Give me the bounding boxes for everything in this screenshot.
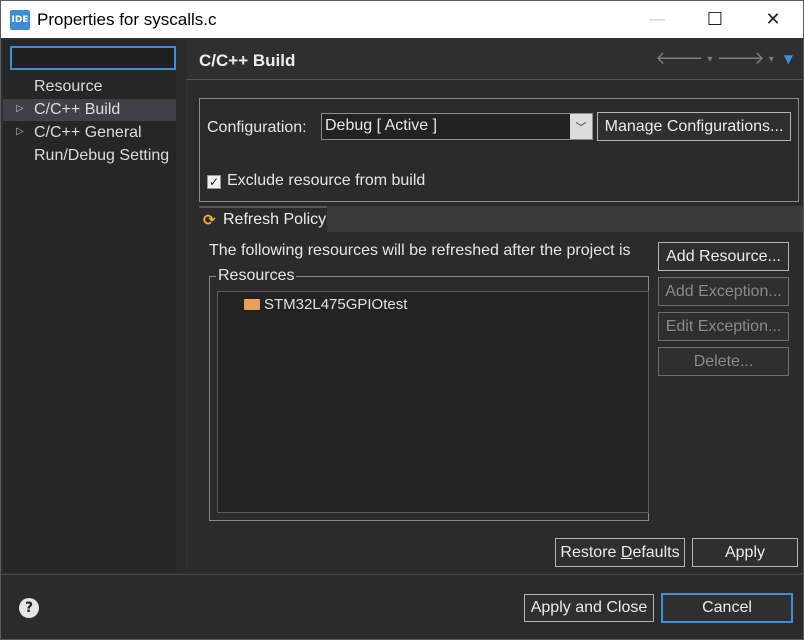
chevron-down-icon[interactable]: ﹀ [570, 114, 592, 139]
maximize-button[interactable]: ☐ [687, 1, 743, 38]
configuration-select[interactable]: Debug [ Active ] ﹀ [321, 113, 593, 140]
resources-group-label: Resources [216, 267, 297, 285]
category-pane: Resource ▷ C/C++ Build ▷ C/C++ General R… [3, 40, 186, 572]
edit-exception-button[interactable]: Edit Exception... [658, 312, 789, 341]
tab-label: Refresh Policy [223, 211, 327, 228]
tree-item-label: Resource [34, 78, 103, 95]
chevron-down-icon[interactable]: ▾ [769, 48, 774, 69]
tree-item-label: C/C++ General [34, 124, 142, 141]
page-navigation: 🡐 ▾ 🡒 ▾ ▼ [655, 48, 793, 69]
configuration-value: Debug [ Active ] [325, 117, 438, 134]
tab-refresh-policy[interactable]: ⟳ Refresh Policy [199, 206, 327, 232]
tree-scrollbar[interactable] [176, 40, 186, 572]
tab-strip: ⟳ Refresh Policy [199, 206, 803, 232]
resources-tree[interactable]: STM32L475GPIOtest [217, 291, 649, 513]
tree-item-run-debug-settings[interactable]: Run/Debug Setting [3, 145, 176, 167]
tree-item-resource[interactable]: Resource [3, 76, 176, 98]
delete-button[interactable]: Delete... [658, 347, 789, 376]
restore-defaults-label-start: Restore [560, 543, 621, 561]
add-resource-button[interactable]: Add Resource... [658, 242, 789, 271]
properties-dialog: IDE Properties for syscalls.c — ☐ ✕ Reso… [0, 0, 804, 640]
resource-name: STM32L475GPIOtest [264, 296, 408, 313]
chevron-down-icon[interactable]: ▾ [707, 48, 712, 69]
page-header: C/C++ Build 🡐 ▾ 🡒 ▾ ▼ [187, 40, 803, 80]
dialog-button-bar: ? Apply and Close Cancel [1, 574, 803, 639]
configuration-label: Configuration: [207, 119, 307, 136]
back-arrow-icon[interactable]: 🡐 [655, 48, 703, 69]
refresh-icon: ⟳ [203, 211, 216, 229]
property-page: C/C++ Build 🡐 ▾ 🡒 ▾ ▼ Configuration: Deb… [187, 40, 803, 572]
resources-group: Resources STM32L475GPIOtest [209, 267, 649, 521]
configuration-group: Configuration: Debug [ Active ] ﹀ Manage… [199, 98, 799, 202]
exclude-resource-checkbox[interactable]: ✓ [207, 175, 221, 189]
tree-item-cpp-general[interactable]: ▷ C/C++ General [3, 122, 176, 144]
apply-button[interactable]: Apply [692, 538, 798, 567]
refresh-description: The following resources will be refreshe… [209, 242, 631, 259]
window-title: Properties for syscalls.c [37, 10, 217, 29]
minimize-button[interactable]: — [629, 1, 685, 38]
restore-defaults-button[interactable]: Restore Defaults [555, 538, 685, 567]
app-icon: IDE [10, 10, 30, 30]
title-bar[interactable]: IDE Properties for syscalls.c — ☐ ✕ [1, 1, 803, 38]
folder-open-icon [244, 299, 260, 310]
add-exception-button[interactable]: Add Exception... [658, 277, 789, 306]
manage-configurations-button[interactable]: Manage Configurations... [597, 112, 791, 141]
restore-defaults-label-end: efaults [632, 543, 680, 561]
forward-arrow-icon[interactable]: 🡒 [716, 48, 764, 69]
apply-and-close-button[interactable]: Apply and Close [524, 594, 654, 622]
resource-item[interactable]: STM32L475GPIOtest [244, 296, 407, 313]
close-button[interactable]: ✕ [745, 1, 801, 38]
restore-defaults-accelerator: D [620, 543, 633, 561]
tree-item-label: Run/Debug Setting [34, 147, 170, 164]
help-icon[interactable]: ? [19, 598, 39, 618]
filter-input[interactable] [10, 46, 176, 70]
tree-item-label: C/C++ Build [34, 101, 121, 118]
exclude-resource-label[interactable]: Exclude resource from build [227, 172, 425, 190]
cancel-button[interactable]: Cancel [661, 593, 793, 623]
expand-arrow-icon[interactable]: ▷ [16, 126, 24, 137]
page-title: C/C++ Build [199, 51, 296, 70]
view-menu-icon[interactable]: ▼ [784, 48, 793, 69]
tree-item-cpp-build[interactable]: ▷ C/C++ Build [3, 99, 176, 121]
expand-arrow-icon[interactable]: ▷ [16, 103, 24, 114]
